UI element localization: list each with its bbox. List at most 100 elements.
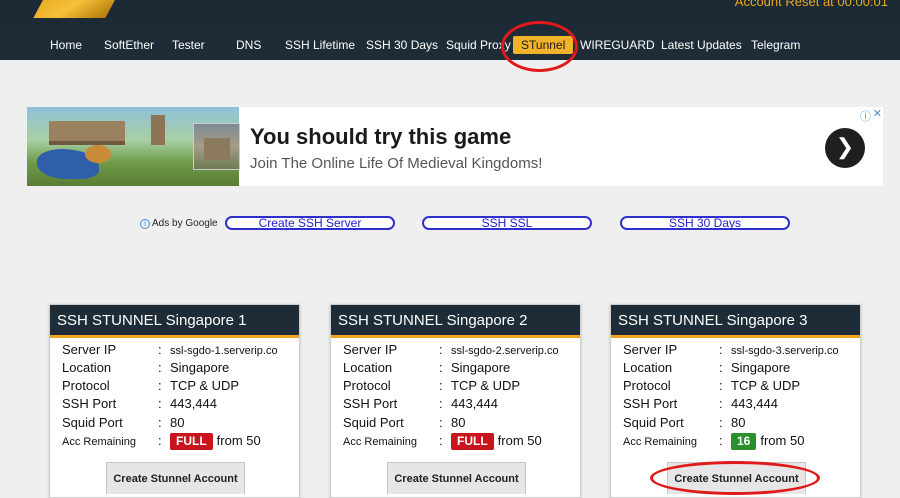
ad-link-ssh-30-days[interactable]: SSH 30 Days bbox=[620, 216, 790, 230]
protocol-value: TCP & UDP bbox=[451, 378, 521, 393]
ad-subline: Join The Online Life Of Medieval Kingdom… bbox=[250, 155, 543, 172]
acc-remaining-label: Acc Remaining bbox=[343, 436, 417, 448]
colon: : bbox=[158, 360, 162, 375]
nav-item-stunnel[interactable]: STunnel bbox=[513, 36, 574, 54]
status-badge: 16 bbox=[731, 433, 757, 450]
squid-port-label: Squid Port bbox=[62, 415, 123, 430]
ad-close-icon[interactable]: ✕ bbox=[873, 107, 882, 120]
colon: : bbox=[158, 342, 162, 357]
squid-port-row: Squid Port:80 bbox=[62, 414, 184, 432]
location-value: Singapore bbox=[451, 360, 511, 375]
ssh-port-value: 443,444 bbox=[451, 396, 498, 411]
colon: : bbox=[158, 433, 162, 448]
create-stunnel-account-button-2[interactable]: Create Stunnel Account bbox=[387, 462, 526, 494]
info-icon: i bbox=[140, 219, 150, 229]
acc-remaining-label: Acc Remaining bbox=[62, 436, 136, 448]
ad-info-icon[interactable]: ⓘ bbox=[860, 108, 871, 124]
squid-port-label: Squid Port bbox=[343, 415, 404, 430]
ssh-port-label: SSH Port bbox=[62, 396, 117, 411]
acc-remaining-row: Acc Remaining: FULL from 50 bbox=[62, 432, 261, 450]
ad-link-create-ssh-server[interactable]: Create SSH Server bbox=[225, 216, 395, 230]
colon: : bbox=[719, 433, 723, 448]
status-badge: FULL bbox=[170, 433, 213, 450]
server-ip-label: Server IP bbox=[62, 342, 117, 357]
nav-item-tester[interactable]: Tester bbox=[172, 36, 205, 54]
ssh-port-value: 443,444 bbox=[731, 396, 778, 411]
colon: : bbox=[158, 415, 162, 430]
main-nav: Home SoftEther Tester DNS SSH Lifetime S… bbox=[0, 30, 900, 60]
colon: : bbox=[439, 415, 443, 430]
server-ip-row: Server IP: ssl-sgdo-2.serverip.co bbox=[343, 341, 559, 359]
server-ip-row: Server IP: ssl-sgdo-3.serverip.co bbox=[623, 341, 839, 359]
account-reset-text: Account Reset at 00:00:01 bbox=[734, 0, 888, 9]
colon: : bbox=[719, 360, 723, 375]
nav-item-wireguard[interactable]: WIREGUARD bbox=[580, 36, 655, 54]
ad-link-ssh-ssl[interactable]: SSH SSL bbox=[422, 216, 592, 230]
protocol-row: Protocol: TCP & UDP bbox=[343, 377, 520, 395]
site-logo[interactable] bbox=[33, 0, 127, 18]
server-card-title: SSH STUNNEL Singapore 1 bbox=[50, 305, 299, 338]
ad-castle-thumbnail bbox=[193, 123, 240, 170]
colon: : bbox=[719, 378, 723, 393]
location-label: Location bbox=[62, 360, 112, 375]
ssh-port-row: SSH Port:443,444 bbox=[623, 395, 778, 413]
server-ip-row: Server IP: ssl-sgdo-1.serverip.co bbox=[62, 341, 278, 359]
acc-remaining-row: Acc Remaining:16 from 50 bbox=[623, 432, 804, 450]
chevron-right-icon[interactable]: ❯ bbox=[825, 128, 865, 168]
squid-port-label: Squid Port bbox=[623, 415, 684, 430]
nav-item-ssh-30-days[interactable]: SSH 30 Days bbox=[366, 36, 438, 54]
create-stunnel-account-button-3[interactable]: Create Stunnel Account bbox=[667, 462, 806, 494]
ads-by-google[interactable]: i Ads by Google bbox=[140, 218, 218, 229]
capacity-text: from 50 bbox=[497, 433, 542, 448]
create-stunnel-account-button-1[interactable]: Create Stunnel Account bbox=[106, 462, 245, 494]
protocol-label: Protocol bbox=[343, 378, 391, 393]
server-ip-label: Server IP bbox=[623, 342, 678, 357]
colon: : bbox=[439, 342, 443, 357]
colon: : bbox=[439, 396, 443, 411]
squid-port-value: 80 bbox=[170, 415, 185, 430]
colon: : bbox=[719, 396, 723, 411]
nav-item-latest-updates[interactable]: Latest Updates bbox=[661, 36, 742, 54]
location-value: Singapore bbox=[170, 360, 230, 375]
location-label: Location bbox=[343, 360, 393, 375]
location-row: Location: Singapore bbox=[623, 359, 790, 377]
ad-headline[interactable]: You should try this game bbox=[250, 124, 511, 150]
protocol-value: TCP & UDP bbox=[731, 378, 801, 393]
nav-item-home[interactable]: Home bbox=[50, 36, 82, 54]
protocol-label: Protocol bbox=[623, 378, 671, 393]
ad-banner[interactable]: You should try this game Join The Online… bbox=[27, 107, 883, 186]
location-label: Location bbox=[623, 360, 673, 375]
server-ip-value: ssl-sgdo-3.serverip.co bbox=[731, 345, 839, 357]
location-row: Location: Singapore bbox=[343, 359, 510, 377]
colon: : bbox=[439, 433, 443, 448]
nav-item-squid-proxy[interactable]: Squid Proxy bbox=[446, 36, 511, 54]
server-card-title: SSH STUNNEL Singapore 3 bbox=[611, 305, 860, 338]
colon: : bbox=[719, 415, 723, 430]
colon: : bbox=[439, 360, 443, 375]
ssh-port-label: SSH Port bbox=[623, 396, 678, 411]
squid-port-value: 80 bbox=[451, 415, 466, 430]
capacity-text: from 50 bbox=[216, 433, 261, 448]
server-ip-value: ssl-sgdo-2.serverip.co bbox=[451, 345, 559, 357]
squid-port-value: 80 bbox=[731, 415, 746, 430]
nav-item-ssh-lifetime[interactable]: SSH Lifetime bbox=[285, 36, 355, 54]
location-row: Location: Singapore bbox=[62, 359, 229, 377]
protocol-label: Protocol bbox=[62, 378, 110, 393]
ssh-port-row: SSH Port:443,444 bbox=[343, 395, 498, 413]
ads-by-google-label: Ads by Google bbox=[152, 218, 218, 229]
ssh-port-value: 443,444 bbox=[170, 396, 217, 411]
acc-remaining-label: Acc Remaining bbox=[623, 436, 697, 448]
status-badge: FULL bbox=[451, 433, 494, 450]
capacity-text: from 50 bbox=[760, 433, 805, 448]
colon: : bbox=[439, 378, 443, 393]
nav-item-telegram[interactable]: Telegram bbox=[751, 36, 800, 54]
colon: : bbox=[719, 342, 723, 357]
top-header: Account Reset at 00:00:01 bbox=[0, 0, 900, 30]
server-card-title: SSH STUNNEL Singapore 2 bbox=[331, 305, 580, 338]
protocol-row: Protocol: TCP & UDP bbox=[62, 377, 239, 395]
nav-item-dns[interactable]: DNS bbox=[236, 36, 261, 54]
acc-remaining-row: Acc Remaining: FULL from 50 bbox=[343, 432, 542, 450]
protocol-row: Protocol: TCP & UDP bbox=[623, 377, 800, 395]
nav-item-softether[interactable]: SoftEther bbox=[104, 36, 154, 54]
squid-port-row: Squid Port:80 bbox=[343, 414, 465, 432]
